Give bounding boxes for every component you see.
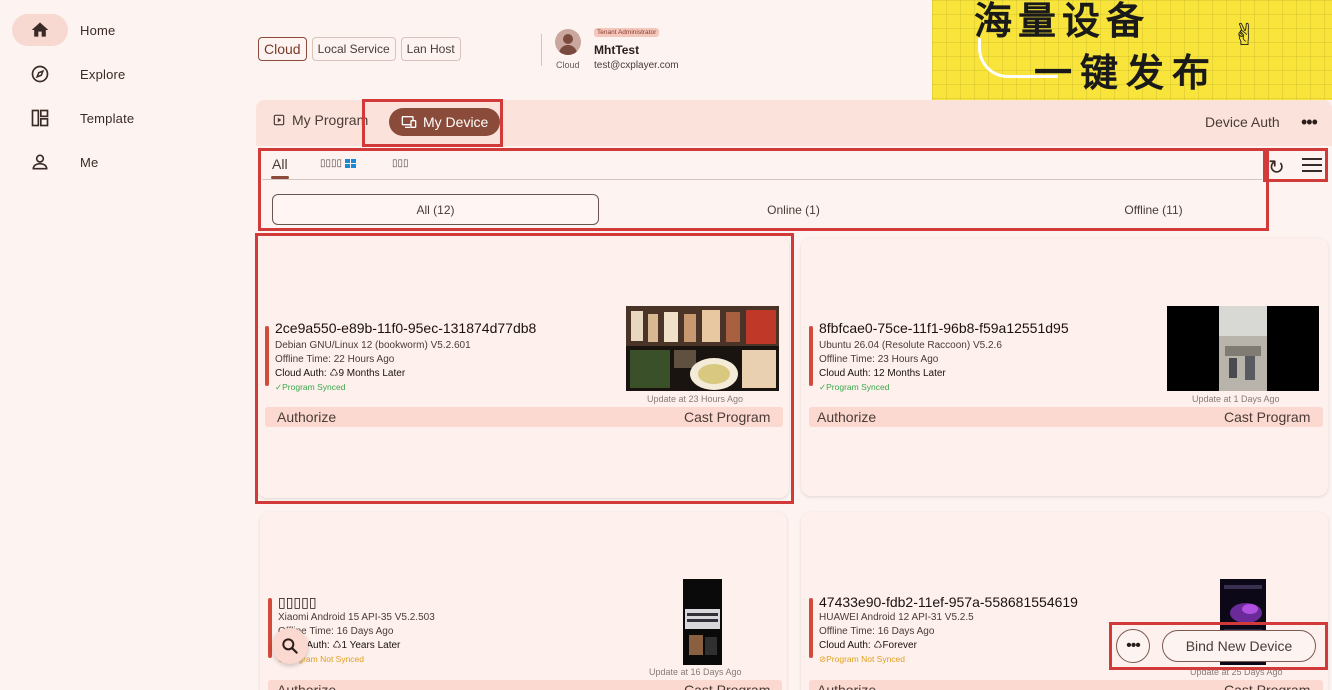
tab-label: My Program bbox=[292, 112, 369, 128]
filter-tab-windows[interactable]: ▯▯▯▯ bbox=[320, 158, 356, 169]
sidebar: Home Explore Template Me bbox=[0, 0, 250, 690]
status-indicator bbox=[809, 326, 813, 386]
segment-offline[interactable]: Offline (11) bbox=[990, 194, 1317, 225]
device-thumbnail[interactable] bbox=[1167, 306, 1319, 391]
cast-program-button[interactable]: Cast Program bbox=[684, 409, 770, 425]
env-tabs: Cloud Local Service Lan Host bbox=[258, 37, 461, 61]
device-id: 2ce9a550-e89b-11f0-95ec-131874d77db8 bbox=[275, 320, 537, 336]
rock-hand-icon: ✌ bbox=[1232, 19, 1258, 52]
device-id: 8fbfcae0-75ce-11f1-96b8-f59a12551d95 bbox=[819, 320, 1069, 336]
filter-tab-all[interactable]: All bbox=[272, 156, 288, 172]
nav-item-explore[interactable]: Explore bbox=[12, 58, 222, 90]
device-offline-time: Offline Time: 23 Hours Ago bbox=[819, 354, 939, 365]
authorize-button[interactable]: Authorize bbox=[817, 409, 876, 425]
banner-line1: 海量设备 bbox=[974, 0, 1151, 43]
template-icon bbox=[12, 102, 68, 134]
device-id: 47433e90-fdb2-11ef-957a-558681554619 bbox=[819, 594, 1078, 610]
header-divider bbox=[541, 34, 542, 66]
device-auth-link[interactable]: Device Auth bbox=[1205, 114, 1280, 130]
more-actions-button[interactable]: ••• bbox=[1116, 629, 1150, 663]
device-update-time: Update at 16 Days Ago bbox=[649, 667, 742, 677]
tab-my-program[interactable]: My Program bbox=[272, 112, 368, 128]
authorize-button[interactable]: Authorize bbox=[277, 409, 336, 425]
device-update-time: Update at 25 Days Ago bbox=[1190, 667, 1283, 677]
nav-item-template[interactable]: Template bbox=[12, 102, 222, 134]
segment-online[interactable]: Online (1) bbox=[630, 194, 957, 225]
device-os: Ubuntu 26.04 (Resolute Raccoon) V5.2.6 bbox=[819, 340, 1002, 351]
device-os: Xiaomi Android 15 API-35 V5.2.503 bbox=[278, 612, 435, 623]
device-id: ▯▯▯▯▯ bbox=[278, 594, 317, 610]
search-fab[interactable] bbox=[272, 628, 308, 664]
cast-program-button[interactable]: Cast Program bbox=[684, 682, 770, 690]
user-env-label: Cloud bbox=[556, 60, 580, 70]
device-thumbnail[interactable] bbox=[626, 306, 779, 391]
more-icon: ••• bbox=[1126, 637, 1141, 654]
env-tab-cloud[interactable]: Cloud bbox=[258, 37, 307, 61]
filter-tab-label: ▯▯▯▯ bbox=[320, 158, 343, 169]
cast-program-button[interactable]: Cast Program bbox=[1224, 682, 1310, 690]
refresh-icon[interactable]: ↻ bbox=[1268, 155, 1285, 180]
device-offline-time: Offline Time: 16 Days Ago bbox=[819, 626, 935, 637]
device-os: Debian GNU/Linux 12 (bookworm) V5.2.601 bbox=[275, 340, 471, 351]
device-offline-time: Offline Time: 22 Hours Ago bbox=[275, 354, 395, 365]
authorize-button[interactable]: Authorize bbox=[277, 682, 336, 690]
bind-new-device-button[interactable]: Bind New Device bbox=[1162, 630, 1316, 662]
user-email: test@cxplayer.com bbox=[594, 60, 679, 71]
device-cloud-auth: Cloud Auth: 12 Months Later bbox=[819, 368, 946, 379]
env-tab-lan-host[interactable]: Lan Host bbox=[400, 37, 461, 61]
nav-item-me[interactable]: Me bbox=[12, 146, 222, 178]
device-update-time: Update at 23 Hours Ago bbox=[647, 394, 744, 404]
status-indicator bbox=[809, 598, 813, 658]
filter-divider bbox=[262, 179, 1262, 180]
nav-label: Me bbox=[80, 154, 99, 170]
segment-all[interactable]: All (12) bbox=[272, 194, 599, 225]
device-sync-status: ⊘Program Not Synced bbox=[819, 654, 906, 664]
cast-program-button[interactable]: Cast Program bbox=[1224, 409, 1310, 425]
nav-item-home[interactable]: Home bbox=[12, 14, 222, 46]
search-icon bbox=[282, 638, 298, 654]
device-card[interactable]: ▯▯▯▯▯ Xiaomi Android 15 API-35 V5.2.503 … bbox=[260, 512, 787, 690]
device-thumbnail[interactable] bbox=[683, 579, 722, 665]
tab-label: My Device bbox=[423, 114, 489, 130]
person-icon bbox=[12, 146, 68, 178]
home-icon bbox=[12, 14, 68, 46]
device-sync-status: ✓Program Synced bbox=[819, 382, 890, 392]
env-tab-local-service[interactable]: Local Service bbox=[311, 37, 396, 61]
more-options-icon[interactable]: ••• bbox=[1301, 112, 1318, 133]
nav-label: Template bbox=[80, 110, 135, 126]
status-indicator bbox=[265, 326, 269, 386]
compass-icon bbox=[12, 58, 68, 90]
device-card[interactable]: 2ce9a550-e89b-11f0-95ec-131874d77db8 Deb… bbox=[257, 236, 789, 498]
device-cloud-auth: Cloud Auth: ♺9 Months Later bbox=[275, 368, 406, 379]
nav-label: Explore bbox=[80, 66, 126, 82]
device-update-time: Update at 1 Days Ago bbox=[1192, 394, 1280, 404]
role-badge: Tenant Administrator bbox=[594, 28, 660, 37]
device-cloud-auth: Cloud Auth: ♺Forever bbox=[819, 640, 917, 651]
device-sync-status: ✓Program Synced bbox=[275, 382, 346, 392]
menu-icon[interactable] bbox=[1302, 158, 1322, 172]
nav-label: Home bbox=[80, 22, 116, 38]
tab-my-device[interactable]: My Device bbox=[389, 108, 501, 136]
program-icon bbox=[273, 114, 285, 126]
windows-icon bbox=[344, 158, 356, 168]
device-card[interactable]: 47433e90-fdb2-11ef-957a-558681554619 HUA… bbox=[801, 512, 1328, 690]
device-icon bbox=[401, 115, 417, 128]
banner-line2: 一键发布 bbox=[1034, 51, 1219, 95]
device-card[interactable]: 8fbfcae0-75ce-11f1-96b8-f59a12551d95 Ubu… bbox=[801, 238, 1328, 496]
device-os: HUAWEI Android 12 API-31 V5.2.5 bbox=[819, 612, 974, 623]
user-name: MhtTest bbox=[594, 43, 640, 57]
promo-banner[interactable]: 海量设备 一键发布 ✌ bbox=[932, 0, 1332, 100]
avatar[interactable] bbox=[555, 29, 581, 55]
filter-tab-other[interactable]: ▯▯▯ bbox=[392, 158, 409, 169]
authorize-button[interactable]: Authorize bbox=[817, 682, 876, 690]
